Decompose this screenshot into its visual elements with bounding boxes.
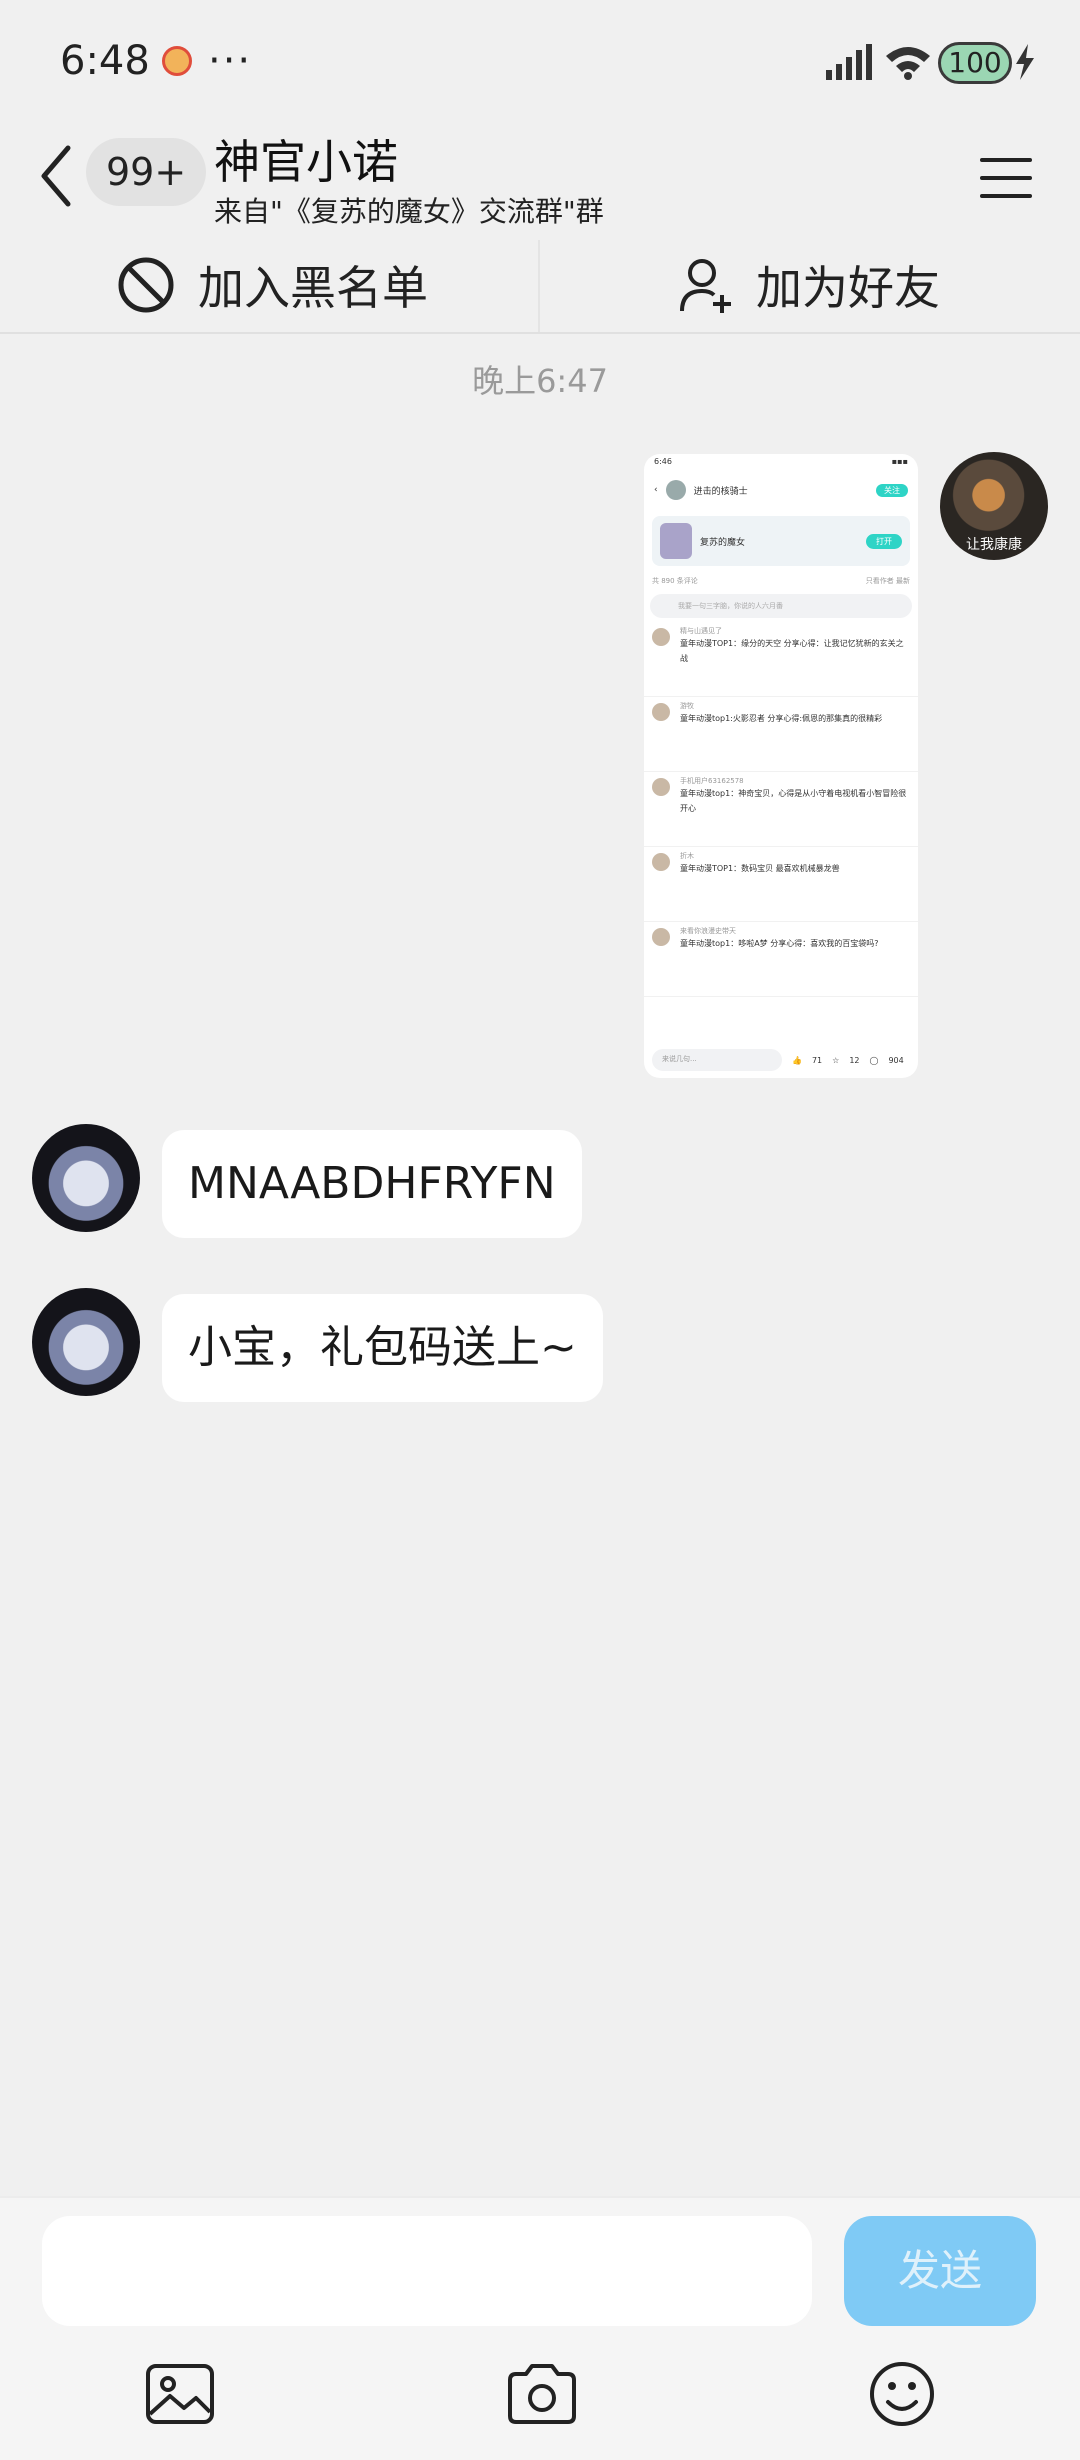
shot-comment-avatar — [652, 928, 670, 946]
signal-icon — [826, 44, 872, 80]
shot-comment: 精与山遇见了 童年动漫TOP1：缘分的天空 分享心得：让我记忆犹新的玄关之战 — [644, 622, 918, 697]
shot-author-name: 进击的核骑士 — [693, 486, 748, 497]
battery-icon: 100 — [938, 42, 1012, 84]
charging-icon — [1016, 44, 1034, 80]
shot-search-box: 我要一句三字脑，你说的人六月番 — [650, 594, 912, 618]
shot-reply-count: 904 — [888, 1055, 904, 1065]
emoji-icon[interactable] — [864, 2356, 940, 2432]
shot-star-count: 12 — [849, 1055, 860, 1065]
notification-icon — [162, 46, 192, 76]
chat-header: 99+ 神官小诺 来自"《复苏的魔女》交流群"群 — [0, 120, 1080, 240]
shot-comment-text: 童年动漫top1:火影忍者 分享心得:佩恩的那集真的很精彩 — [680, 714, 883, 723]
shot-comment-meta: 共 890 条评论 只看作者 最新 — [644, 572, 918, 590]
shot-header: ‹ 进击的核骑士 关注 — [644, 470, 918, 510]
more-notifications-icon: ··· — [208, 38, 253, 84]
shot-like-count: 71 — [811, 1055, 823, 1065]
input-bar: 发送 — [0, 2196, 1080, 2460]
shot-game-card: 复苏的魔女 打开 — [652, 516, 910, 566]
shot-comment: 游牧 童年动漫top1:火影忍者 分享心得:佩恩的那集真的很精彩 — [644, 697, 918, 772]
shot-comment-count: 共 890 条评论 — [652, 577, 698, 585]
shot-comment-avatar — [652, 703, 670, 721]
image-icon[interactable] — [142, 2356, 218, 2432]
shot-comment-text: 童年动漫top1：哆啦A梦 分享心得：喜欢我的百宝袋吗? — [680, 939, 879, 948]
camera-icon[interactable] — [504, 2356, 580, 2432]
shot-status-bar: 6:46 ▪▪▪ — [644, 454, 918, 470]
shot-sort-label: 最新 — [896, 577, 910, 585]
shot-status-icons: ▪▪▪ — [891, 457, 908, 466]
self-avatar[interactable]: 让我康康 — [940, 452, 1048, 560]
shot-comment-avatar — [652, 628, 670, 646]
shot-card-title: 复苏的魔女 — [700, 537, 746, 548]
chat-title: 神官小诺 — [214, 135, 398, 189]
shot-like-icon: 👍 — [792, 1055, 802, 1065]
message-input[interactable] — [42, 2216, 812, 2326]
blacklist-label: 加入黑名单 — [198, 261, 428, 315]
shot-comment: 手机用户63162578 童年动漫top1：神奇宝贝，心得是从小守着电视机看小智… — [644, 772, 918, 847]
shot-comment: 来看你浪漫史带天 童年动漫top1：哆啦A梦 分享心得：喜欢我的百宝袋吗? — [644, 922, 918, 997]
shot-star-icon: ☆ — [832, 1055, 840, 1065]
send-button[interactable]: 发送 — [844, 2216, 1036, 2326]
message-bubble[interactable]: MNAABDHFRYFN — [162, 1130, 582, 1238]
shot-comment-text: 童年动漫TOP1：数码宝贝 最喜欢机械暴龙兽 — [680, 864, 840, 873]
shot-back-icon: ‹ — [654, 485, 658, 495]
shot-filter-label: 只看作者 — [865, 577, 894, 585]
shot-comment-name: 手机用户63162578 — [680, 777, 744, 785]
self-avatar-caption: 让我康康 — [966, 537, 1022, 553]
shot-comment-name: 游牧 — [680, 702, 694, 710]
shot-game-icon — [660, 523, 692, 559]
contact-avatar[interactable] — [32, 1288, 140, 1396]
shot-comment-avatar — [652, 853, 670, 871]
shot-open-button: 打开 — [866, 533, 902, 549]
shot-reply-icon: ◯ — [869, 1055, 879, 1065]
action-bar: 加入黑名单 加为好友 — [0, 240, 1080, 334]
shot-comment-name: 来看你浪漫史带天 — [680, 927, 736, 935]
message-timestamp: 晚上6:47 — [472, 362, 608, 400]
add-user-icon — [680, 259, 731, 313]
shot-time: 6:46 — [654, 457, 672, 466]
shot-follow-button: 关注 — [876, 483, 908, 497]
add-friend-label: 加为好友 — [756, 261, 940, 315]
action-divider — [538, 240, 540, 332]
back-arrow-icon[interactable] — [28, 136, 88, 216]
shot-comment-text: 童年动漫TOP1：缘分的天空 分享心得：让我记忆犹新的玄关之战 — [680, 639, 904, 663]
menu-icon[interactable] — [974, 146, 1038, 210]
unread-count-badge[interactable]: 99+ — [86, 138, 207, 206]
shot-comment-name: 折木 — [680, 852, 694, 860]
shot-bottom-bar: 来说几句... 👍 71 ☆ 12 ◯ 904 — [644, 1042, 918, 1078]
shot-comment-avatar — [652, 778, 670, 796]
wifi-icon — [886, 47, 930, 80]
block-icon — [118, 257, 174, 313]
message-bubble[interactable]: 小宝，礼包码送上~ — [162, 1294, 603, 1402]
shot-author-avatar — [665, 480, 686, 500]
add-friend-button[interactable]: 加为好友 — [678, 240, 940, 330]
contact-avatar[interactable] — [32, 1124, 140, 1232]
shot-comment: 折木 童年动漫TOP1：数码宝贝 最喜欢机械暴龙兽 — [644, 847, 918, 922]
shot-comment-name: 精与山遇见了 — [680, 627, 722, 635]
status-time: 6:48 — [60, 38, 150, 84]
shot-comment-text: 童年动漫top1：神奇宝贝，心得是从小守着电视机看小智冒险很开心 — [680, 789, 907, 813]
shot-comment-input: 来说几句... — [652, 1049, 782, 1071]
add-to-blacklist-button[interactable]: 加入黑名单 — [116, 240, 428, 330]
status-bar: 6:48 ··· 100 — [0, 0, 1080, 120]
chat-subtitle: 来自"《复苏的魔女》交流群"群 — [214, 195, 604, 228]
shared-screenshot-image[interactable]: 6:46 ▪▪▪ ‹ 进击的核骑士 关注 复苏的魔女 打开 共 890 条评论 … — [644, 454, 918, 1078]
